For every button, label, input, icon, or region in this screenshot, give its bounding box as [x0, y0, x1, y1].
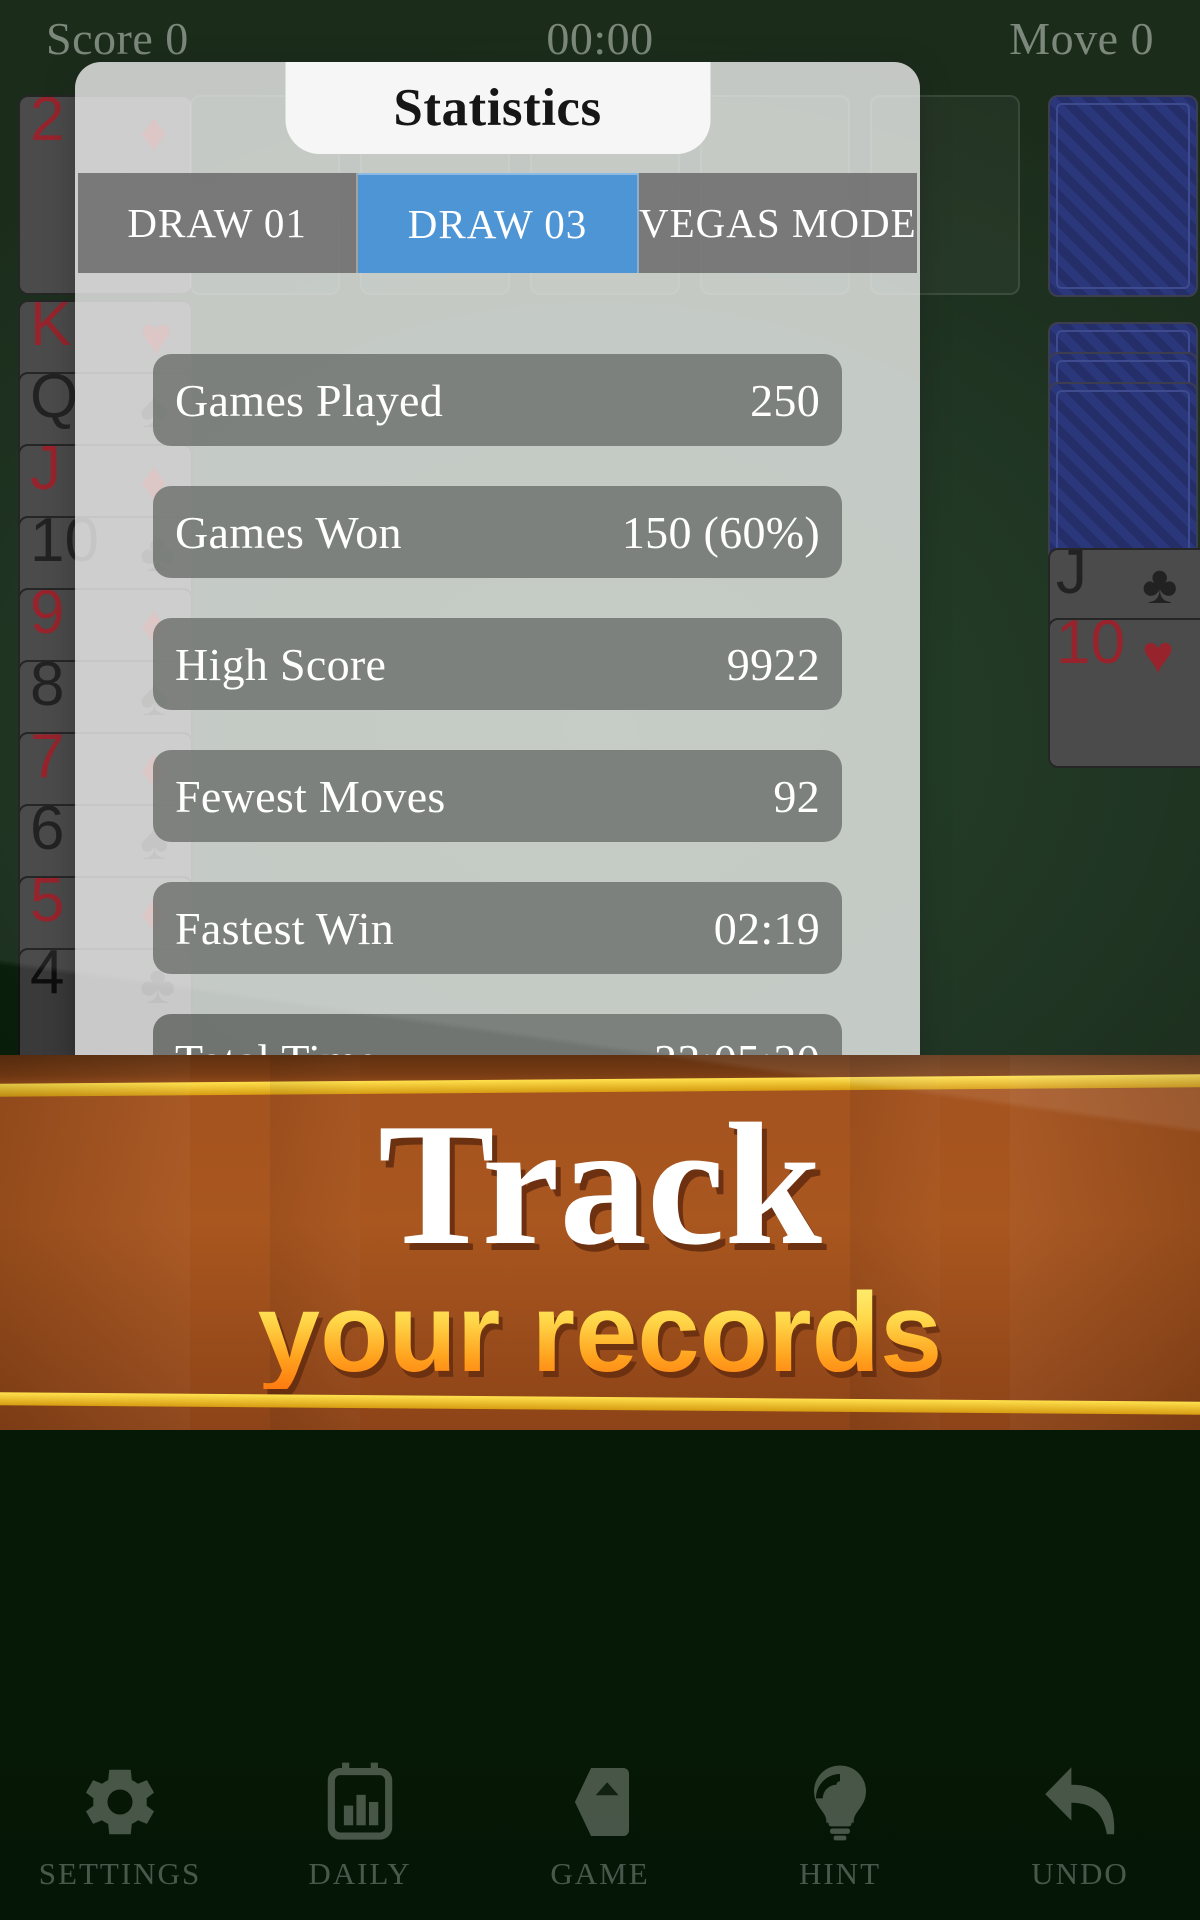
- tab-draw-03[interactable]: DRAW 03: [358, 173, 639, 273]
- dialog-title-bar: Statistics: [285, 62, 710, 154]
- toolbar-item-hint[interactable]: HINT: [740, 1759, 940, 1892]
- card-rank: J: [30, 444, 61, 503]
- tab-label: DRAW 03: [407, 201, 588, 247]
- stat-label: High Score: [175, 638, 387, 690]
- moves-readout: Move 0: [1009, 12, 1154, 64]
- undo-arrow-icon: [1037, 1759, 1123, 1850]
- toolbar-item-daily[interactable]: DAILY: [260, 1759, 460, 1892]
- banner-headline: Track: [378, 1087, 822, 1281]
- tab-draw-01[interactable]: DRAW 01: [78, 173, 359, 273]
- stat-label: Games Played: [175, 374, 444, 426]
- stat-label: Fewest Moves: [175, 770, 446, 822]
- score-readout: Score 0: [46, 12, 189, 64]
- card-arrow-icon: [557, 1759, 643, 1850]
- card-rank: 4: [30, 948, 65, 1007]
- toolbar-item-label: GAME: [550, 1855, 650, 1891]
- stat-row: Fastest Win 02:19: [153, 882, 842, 974]
- tab-label: DRAW 01: [127, 200, 307, 246]
- stat-value: 02:19: [713, 902, 820, 954]
- mode-tabs: DRAW 01 DRAW 03 VEGAS MODE: [75, 173, 920, 273]
- card-suit: ♣: [1142, 555, 1178, 615]
- card-suit: ♥: [1142, 625, 1175, 685]
- card-rank: 5: [30, 876, 65, 935]
- playing-card[interactable]: 10 ♥: [1048, 618, 1200, 768]
- toolbar-item-game[interactable]: GAME: [500, 1759, 700, 1892]
- stat-row: High Score 9922: [153, 618, 842, 710]
- stat-row: Games Won 150 (60%): [153, 486, 842, 578]
- card-rank: K: [30, 300, 72, 359]
- gear-icon: [77, 1759, 163, 1850]
- page-title: Statistics: [393, 79, 602, 137]
- stat-row: Fewest Moves 92: [153, 750, 842, 842]
- tab-vegas-mode[interactable]: VEGAS MODE: [638, 173, 917, 273]
- stat-label: Fastest Win: [175, 902, 395, 954]
- stat-value: 9922: [726, 638, 820, 690]
- stat-value: 250: [750, 374, 820, 426]
- card-rank: 2: [30, 95, 65, 154]
- lightbulb-icon: [797, 1759, 883, 1850]
- toolbar-item-label: UNDO: [1031, 1855, 1129, 1891]
- card-rank: J: [1056, 548, 1087, 607]
- promo-banner: Track your records: [0, 1055, 1200, 1430]
- card-back[interactable]: [1048, 95, 1198, 297]
- statistics-list: Games Played 250 Games Won 150 (60%) High Sc…: [75, 294, 920, 1064]
- banner-subhead: your records: [0, 1277, 1200, 1389]
- calendar-chart-icon: [317, 1759, 403, 1850]
- card-rank: 6: [30, 804, 65, 863]
- tab-label: VEGAS MODE: [638, 200, 917, 246]
- toolbar-item-undo[interactable]: UNDO: [980, 1759, 1180, 1892]
- card-rank: 8: [30, 660, 65, 719]
- toolbar-item-settings[interactable]: SETTINGS: [20, 1759, 220, 1892]
- card-rank: 7: [30, 732, 65, 791]
- card-rank: Q: [30, 372, 79, 431]
- card-rank: 10: [1056, 618, 1125, 677]
- toolbar-item-label: HINT: [798, 1855, 882, 1891]
- stat-row: Games Played 250: [153, 354, 842, 446]
- toolbar-item-label: DAILY: [308, 1855, 412, 1891]
- stat-value: 92: [773, 770, 820, 822]
- statistics-dialog: Statistics DRAW 01 DRAW 03 VEGAS MODE Game…: [75, 62, 920, 1064]
- stat-value: 150 (60%): [621, 506, 820, 558]
- timer-readout: 00:00: [546, 12, 654, 64]
- stat-label: Games Won: [175, 506, 402, 558]
- bottom-toolbar: SETTINGS DAILY GAME HINT UNDO: [0, 1730, 1200, 1920]
- card-rank: 9: [30, 588, 65, 647]
- toolbar-item-label: SETTINGS: [38, 1855, 202, 1891]
